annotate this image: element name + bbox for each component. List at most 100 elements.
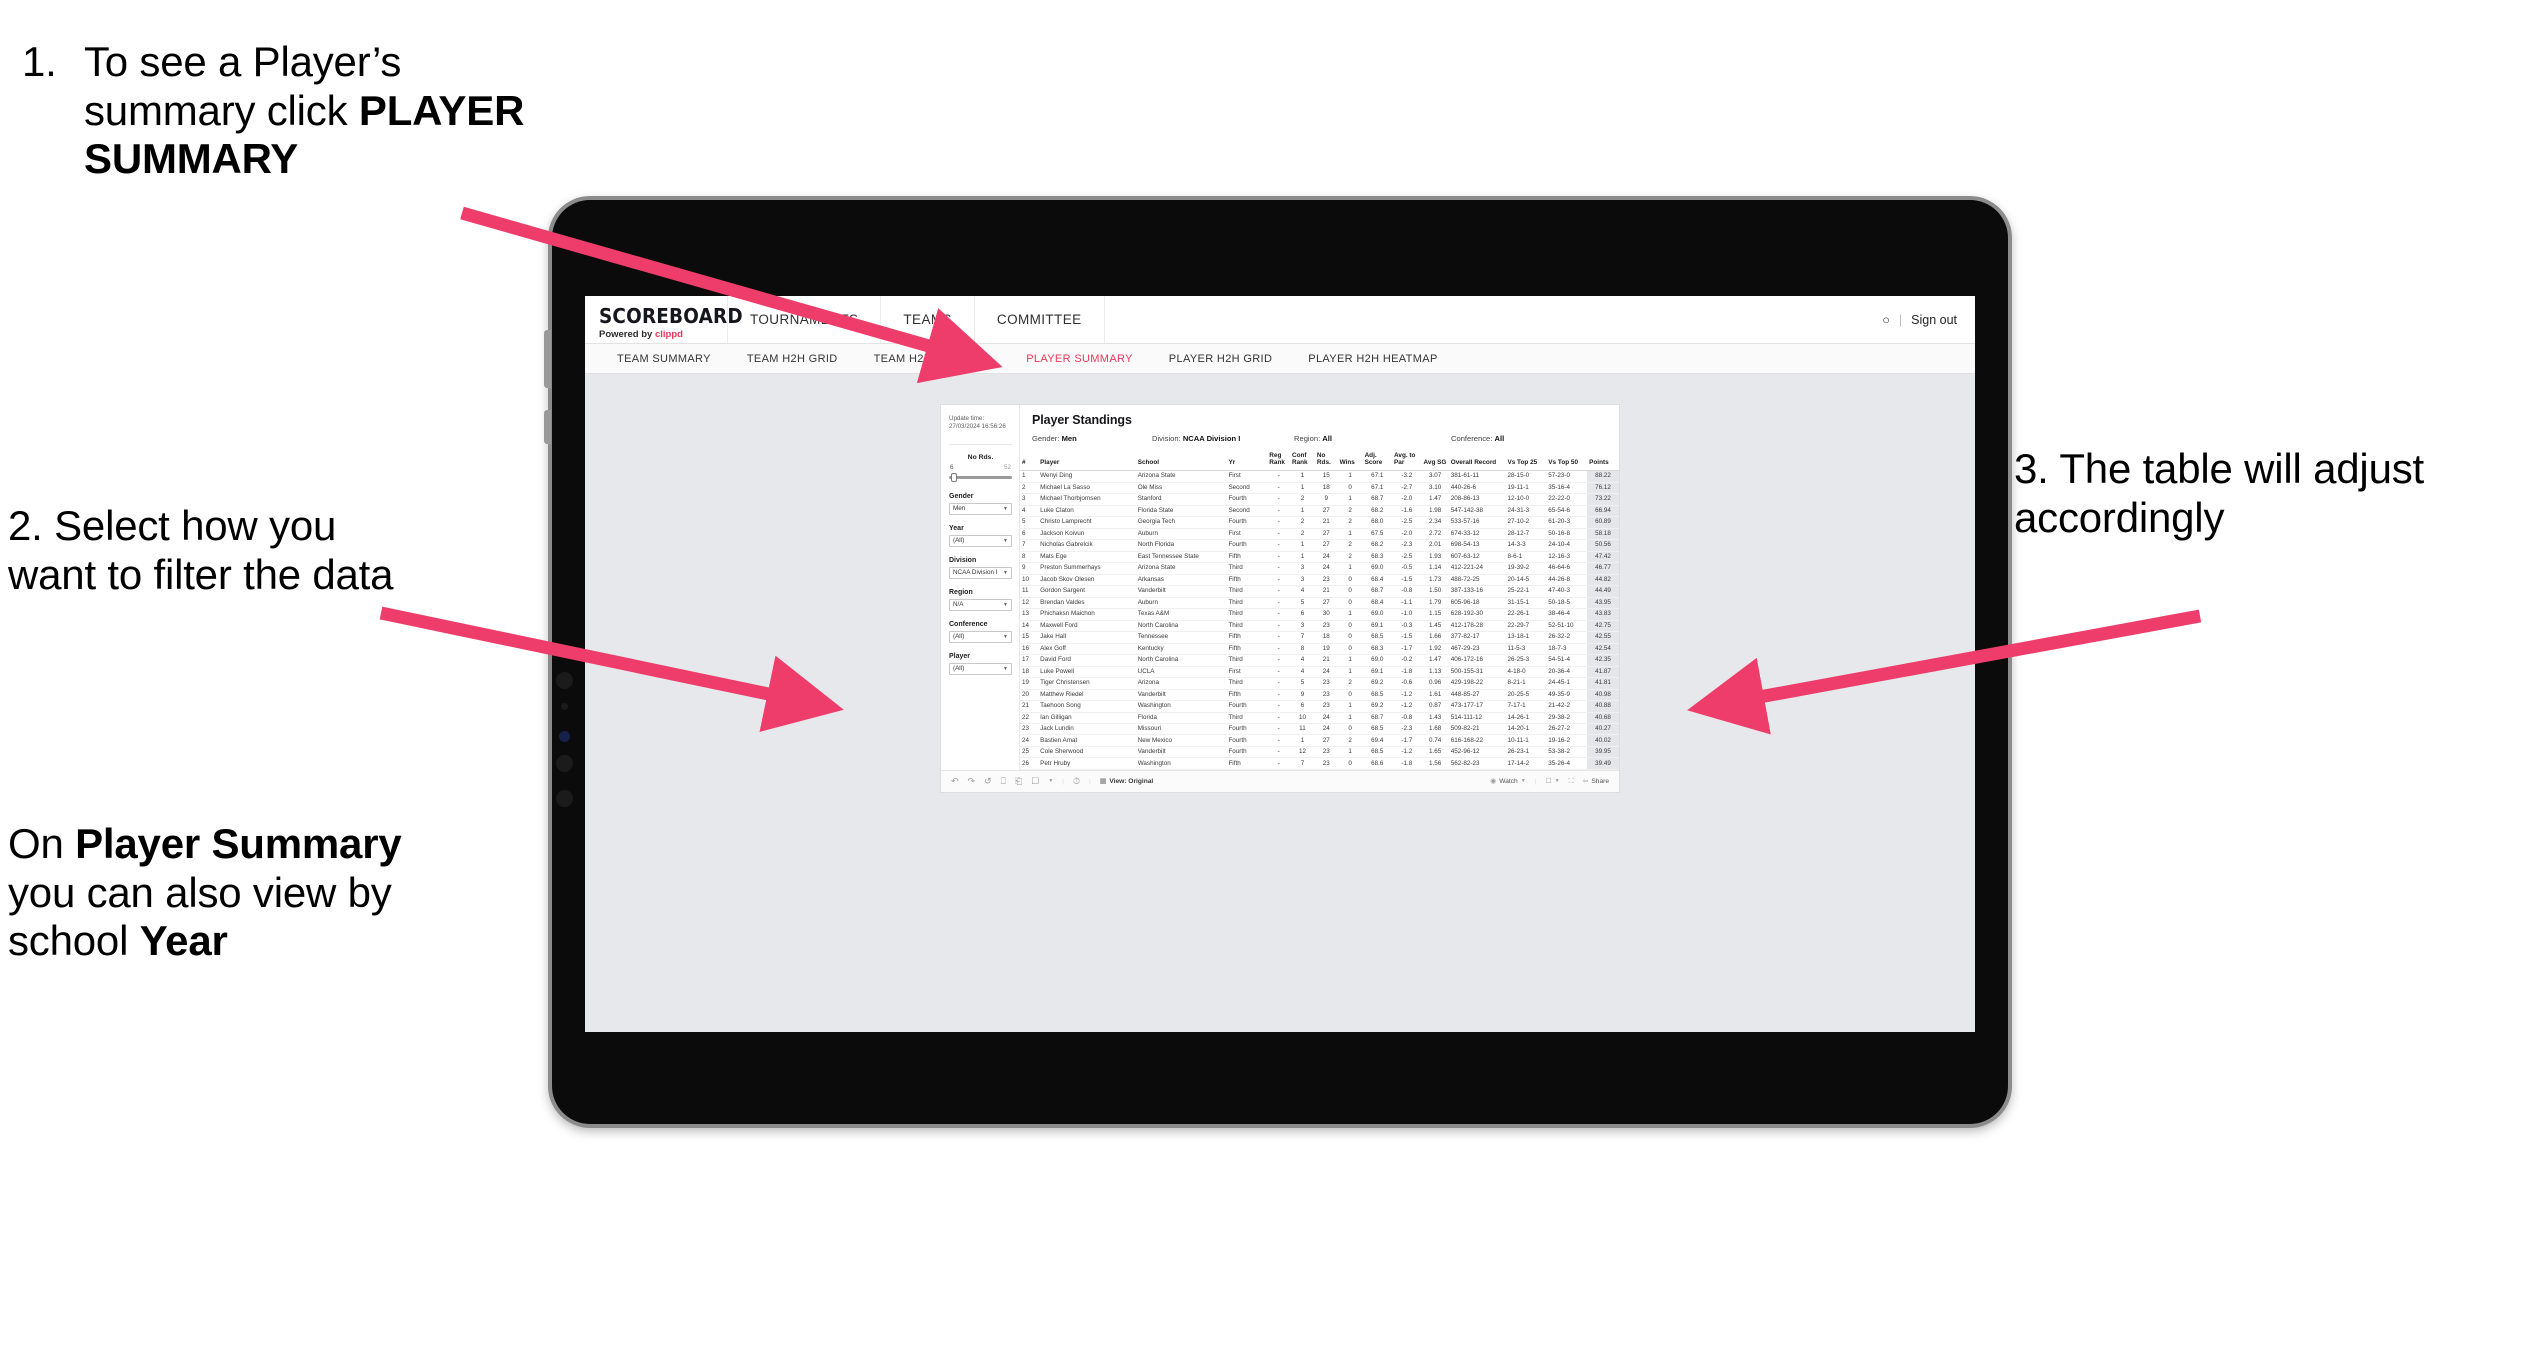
table-row[interactable]: 21 Taehoon Song Washington Fourth -6 23 1 69.2-… [1020,700,1619,713]
undo-icon[interactable]: ↶ [951,776,959,786]
column-header-player[interactable]: Player [1038,449,1136,472]
redo-icon[interactable]: ↷ [968,776,976,786]
column-header-points[interactable]: Points [1587,449,1619,472]
cell-avg-sg: 2.72 [1421,528,1449,541]
filter-region-select[interactable]: N/A ▼ [949,598,1012,611]
cell-adj-score: 68.7 [1362,585,1393,598]
no-rounds-slider-track[interactable] [949,472,1012,482]
table-row[interactable]: 25 Cole Sherwood Vanderbilt Fourth -12 23 1 68.… [1020,746,1619,759]
table-row[interactable]: 5 Christo Lamprecht Georgia Tech Fourth -2 21… [1020,516,1619,529]
nav-item-committee[interactable]: COMMITTEE [975,296,1105,343]
table-row[interactable]: 13 Phichaksn Maichon Texas A&M Third -6 30 1 69… [1020,608,1619,621]
tablet-camera [556,672,573,689]
cell-vs-top-25: 28-12-7 [1505,528,1547,541]
alert-icon[interactable]: ☐ [1031,776,1039,786]
table-row[interactable]: 18 Luke Powell UCLA First -4 24 1 69.1 -1.8 1.13 5… [1020,666,1619,679]
column-header-avg-to-par[interactable]: Avg. to Par [1392,449,1422,472]
cell-no-rds: 18 [1314,482,1338,495]
fullscreen-icon[interactable]: ⛶ [1569,778,1574,785]
tab-team-summary[interactable]: TEAM SUMMARY [599,353,729,365]
filter-gender-select[interactable]: Men ▼ [949,502,1012,515]
sheet-body: Update time: 27/03/2024 16:56:26 No Rds.… [941,405,1619,770]
meta-conference: Conference: All [1451,434,1504,443]
revert-icon[interactable]: ↺ [984,776,992,786]
column-header-no-rds[interactable]: No Rds. [1314,449,1338,472]
account-icon[interactable]: ○ [1882,313,1890,327]
cell-vs-top-50: 65-54-6 [1546,505,1588,518]
table-row[interactable]: 10 Jacob Skov Olesen Arkansas Fifth -3 23 0 68.… [1020,574,1619,587]
table-row[interactable]: 17 David Ford North Carolina Third -4 21 1 69.0… [1020,654,1619,667]
tab-team-h2h-heatmap[interactable]: TEAM H2H HEATMAP [856,353,1009,365]
view-button[interactable]: ▦ View: Original [1100,778,1153,785]
cell-reg-rank: - [1267,482,1290,495]
table-row[interactable]: 4 Luke Claton Florida State Second -1 27 2 68.2… [1020,505,1619,518]
cell-school: North Carolina [1135,654,1227,667]
table-row[interactable]: 15 Jake Hall Tennessee Fifth -7 18 0 68.5 -1.5 1.… [1020,631,1619,644]
cell-points: 39.95 [1587,746,1619,759]
table-row[interactable]: 22 Ian Gilligan Florida Third -10 24 1 68.7 -0.8… [1020,712,1619,725]
history-icon[interactable]: ⏱ [1073,776,1080,786]
filter-year-select[interactable]: (All) ▼ [949,534,1012,547]
tab-player-h2h-grid[interactable]: PLAYER H2H GRID [1151,353,1290,365]
cell-points: 44.82 [1587,574,1619,587]
table-row[interactable]: 6 Jackson Koivun Auburn First -2 27 1 67.5 -2.0 2… [1020,528,1619,541]
column-header-conf-rank[interactable]: Conf Rank [1289,449,1315,472]
cell-no-rds: 24 [1314,712,1338,725]
table-row[interactable]: 19 Tiger Christensen Arizona Third -5 23 2 69.2… [1020,677,1619,690]
tab-team-h2h-grid[interactable]: TEAM H2H GRID [729,353,856,365]
table-row[interactable]: 7 Nicholas Gabrelcik North Florida Fourth -1… [1020,539,1619,552]
cell-adj-score: 69.4 [1362,734,1393,747]
cell-avg-to-par: -0.8 [1392,712,1422,725]
table-row[interactable]: 14 Maxwell Ford North Carolina Third -3 23 0 69… [1020,620,1619,633]
column-header-wins[interactable]: Wins [1337,449,1363,472]
column-header-adj-score[interactable]: Adj. Score [1362,449,1393,472]
column-header-vs-top-25[interactable]: Vs Top 25 [1505,449,1547,472]
no-rounds-slider-handle[interactable] [951,472,957,482]
cell-yr: Fifth [1226,574,1268,587]
cell-no-rds: 30 [1314,608,1338,621]
table-row[interactable]: 9 Preston Summerhays Arizona State Third -3 2… [1020,562,1619,575]
table-row[interactable]: 26 Petr Hruby Washington Fifth -7 23 0 68.6 -1.8… [1020,757,1619,770]
cell-yr: Third [1226,654,1268,667]
cell-conf-rank: 4 [1289,585,1315,598]
view-button-label: View: Original [1109,777,1154,785]
table-row[interactable]: 3 Michael Thorbjornsen Stanford Fourth -2 9 1 6… [1020,493,1619,506]
table-row[interactable]: 2 Michael La Sasso Ole Miss Second -1 18 0 67.1… [1020,482,1619,495]
table-row[interactable]: 20 Matthew Riedel Vanderbilt Fifth -9 23 0 68.5… [1020,689,1619,702]
cell-player: Preston Summerhays [1038,562,1136,575]
cell-school: Arkansas [1135,574,1227,587]
column-header-avg-sg[interactable]: Avg SG [1421,449,1449,472]
filter-division-select[interactable]: NCAA Division I ▼ [949,566,1012,579]
nav-item-tournaments[interactable]: TOURNAMENTS [728,296,882,343]
cell-points: 41.87 [1587,666,1619,679]
sign-out-link[interactable]: Sign out [1911,313,1957,327]
table-row[interactable]: 16 Alex Goff Kentucky Fifth -8 19 0 68.3 -1.7 1.9… [1020,643,1619,656]
column-header-vs-top-50[interactable]: Vs Top 50 [1546,449,1588,472]
chevron-down-icon[interactable]: ▼ [1048,778,1053,784]
refresh-icon[interactable]: ⎕ [1001,776,1006,786]
column-header-yr[interactable]: Yr [1226,449,1268,472]
watch-button[interactable]: ◉ Watch ▼ [1490,778,1526,785]
column-header-school[interactable]: School [1135,449,1227,472]
annotation-step-2: 2. Select how you want to filter the dat… [8,502,394,598]
table-row[interactable]: 11 Gordon Sargent Vanderbilt Third -4 21 0 68.7… [1020,585,1619,598]
filter-player-select[interactable]: (All) ▼ [949,662,1012,675]
tab-player-summary[interactable]: PLAYER SUMMARY [1008,353,1151,365]
share-button[interactable]: ⇦ Share [1583,778,1609,785]
table-row[interactable]: 8 Mats Ege East Tennessee State Fifth -1 24 2 6… [1020,551,1619,564]
table-row[interactable]: 24 Bastien Amat New Mexico Fourth -1 27 2 69.4-… [1020,734,1619,747]
table-row[interactable]: 1 Wenyi Ding Arizona State First -1 15 1 67.1 -3… [1020,470,1619,483]
tab-player-h2h-heatmap[interactable]: PLAYER H2H HEATMAP [1290,353,1455,365]
filter-conference-select[interactable]: (All) ▼ [949,630,1012,643]
column-header-overall-record[interactable]: Overall Record [1448,449,1506,472]
filter-divider [949,443,1012,445]
comment-button[interactable]: ☐ ▼ [1545,778,1559,785]
pause-icon[interactable]: ⎗ [1015,776,1022,786]
column-header-reg-rank[interactable]: Reg Rank [1267,449,1290,472]
nav-item-teams[interactable]: TEAMS [881,296,975,343]
table-row[interactable]: 12 Brendan Valdes Auburn Third -5 27 0 68.4 -1.1… [1020,597,1619,610]
cell-overall-record: 674-33-12 [1448,528,1506,541]
column-header-rank[interactable]: # [1020,449,1039,472]
table-row[interactable]: 23 Jack Lundin Missouri Fourth -11 24 0 68.5 -2.… [1020,723,1619,736]
no-rounds-slider[interactable]: No Rds. 6 52 [949,454,1012,482]
